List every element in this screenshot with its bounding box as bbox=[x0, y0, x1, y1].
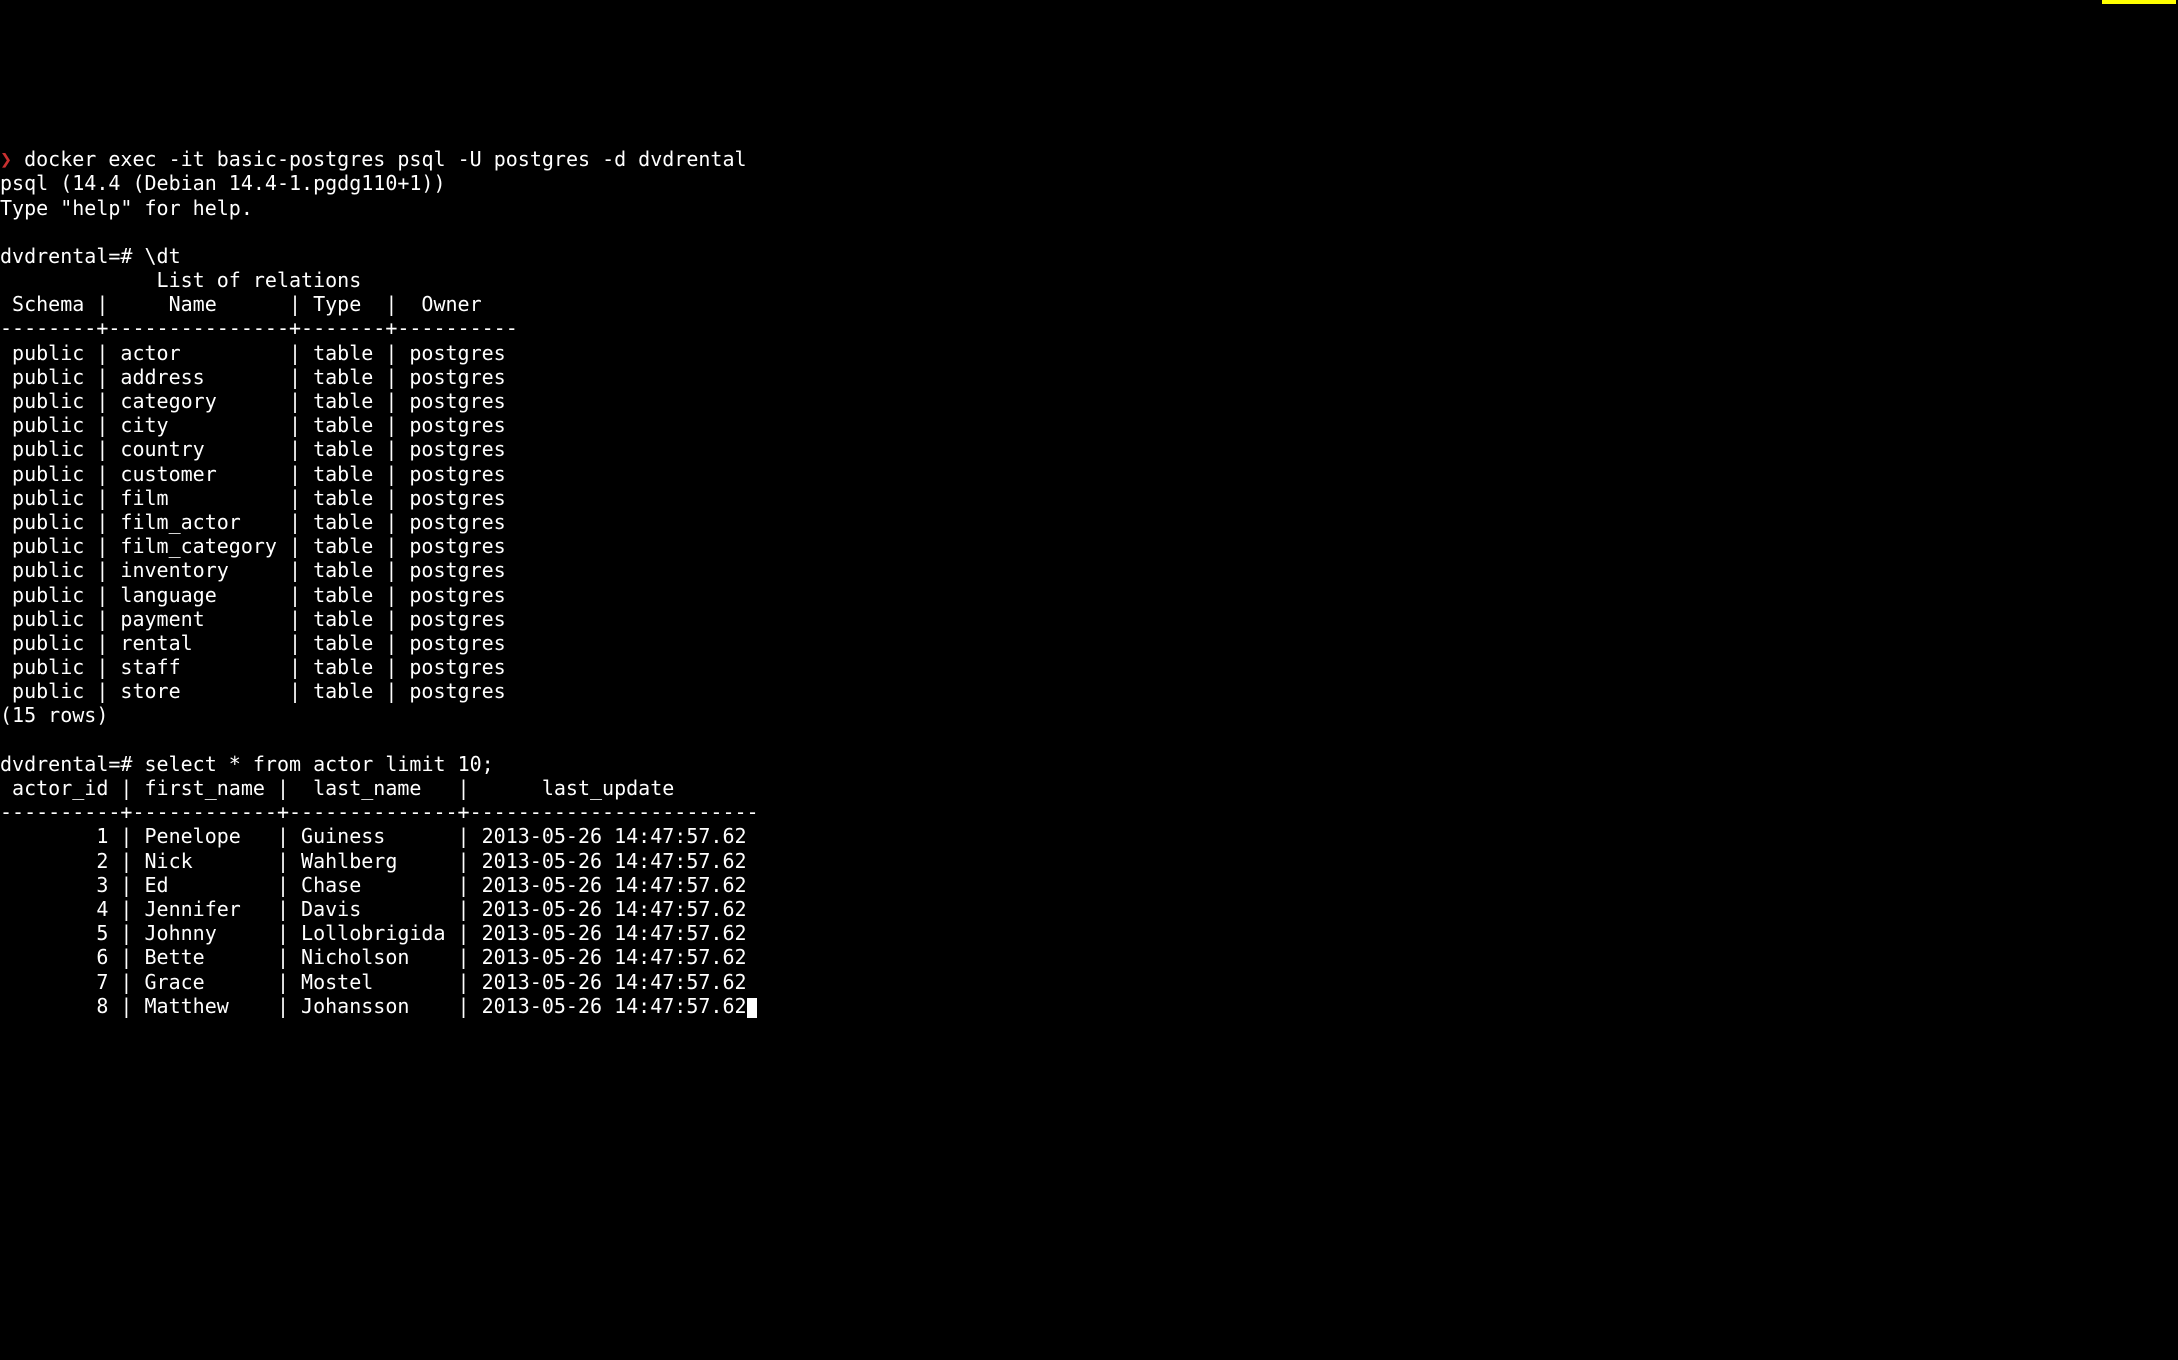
table-row: public | film_category | table | postgre… bbox=[0, 534, 506, 558]
table-row: public | film_actor | table | postgres bbox=[0, 510, 506, 534]
relations-title: List of relations bbox=[157, 268, 362, 292]
table-row: public | category | table | postgres bbox=[0, 389, 506, 413]
relations-header: Schema | Name | Type | Owner bbox=[0, 292, 482, 316]
table-row: 8 | Matthew | Johansson | 2013-05-26 14:… bbox=[0, 994, 747, 1018]
table-row: 5 | Johnny | Lollobrigida | 2013-05-26 1… bbox=[0, 921, 747, 945]
table-row: 7 | Grace | Mostel | 2013-05-26 14:47:57… bbox=[0, 970, 747, 994]
table-row: public | staff | table | postgres bbox=[0, 655, 506, 679]
table-row: 4 | Jennifer | Davis | 2013-05-26 14:47:… bbox=[0, 897, 747, 921]
table-row: public | address | table | postgres bbox=[0, 365, 506, 389]
table-row: public | rental | table | postgres bbox=[0, 631, 506, 655]
table-row: 1 | Penelope | Guiness | 2013-05-26 14:4… bbox=[0, 824, 747, 848]
psql-version-line: psql (14.4 (Debian 14.4-1.pgdg110+1)) bbox=[0, 171, 446, 195]
table-row: public | film | table | postgres bbox=[0, 486, 506, 510]
table-row: public | payment | table | postgres bbox=[0, 607, 506, 631]
psql-command-select: select * from actor limit 10; bbox=[145, 752, 494, 776]
actor-header: actor_id | first_name | last_name | last… bbox=[0, 776, 674, 800]
table-row: 3 | Ed | Chase | 2013-05-26 14:47:57.62 bbox=[0, 873, 747, 897]
table-row: public | country | table | postgres bbox=[0, 437, 506, 461]
actor-divider: ----------+------------+--------------+-… bbox=[0, 800, 759, 824]
db-prompt: dvdrental=# bbox=[0, 244, 132, 268]
help-hint-line: Type "help" for help. bbox=[0, 196, 253, 220]
psql-command-dt: \dt bbox=[145, 244, 181, 268]
table-row: public | store | table | postgres bbox=[0, 679, 506, 703]
table-row: 2 | Nick | Wahlberg | 2013-05-26 14:47:5… bbox=[0, 849, 747, 873]
table-row: public | city | table | postgres bbox=[0, 413, 506, 437]
prompt-arrow-icon: ❯ bbox=[0, 147, 12, 171]
terminal-cursor bbox=[747, 998, 757, 1018]
terminal-output[interactable]: ❯ docker exec -it basic-postgres psql -U… bbox=[0, 147, 2178, 1018]
table-row: public | actor | table | postgres bbox=[0, 341, 506, 365]
table-row: public | language | table | postgres bbox=[0, 583, 506, 607]
db-prompt: dvdrental=# bbox=[0, 752, 132, 776]
shell-command: docker exec -it basic-postgres psql -U p… bbox=[24, 147, 746, 171]
table-row: public | customer | table | postgres bbox=[0, 462, 506, 486]
relations-divider: --------+---------------+-------+-------… bbox=[0, 316, 518, 340]
highlight-indicator bbox=[2102, 0, 2176, 4]
table-row: 6 | Bette | Nicholson | 2013-05-26 14:47… bbox=[0, 945, 747, 969]
table-row: public | inventory | table | postgres bbox=[0, 558, 506, 582]
row-count: (15 rows) bbox=[0, 703, 108, 727]
